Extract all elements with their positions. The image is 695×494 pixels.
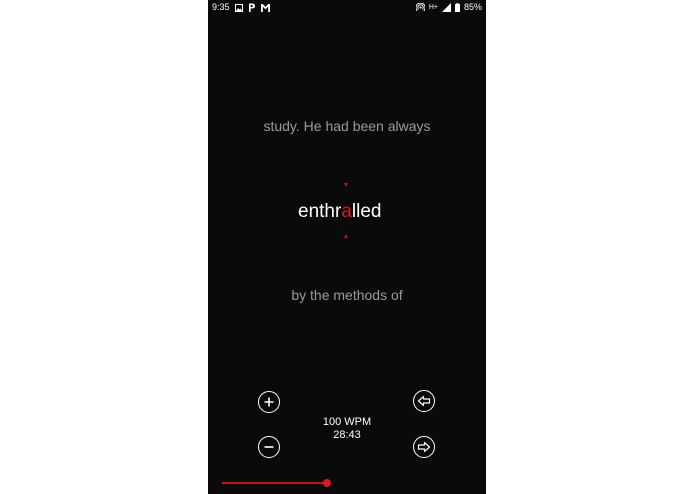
focus-marker-bottom-icon (344, 234, 348, 238)
previous-text: study. He had been always (263, 118, 431, 134)
p-app-icon (248, 0, 256, 15)
plus-circle-icon (264, 397, 274, 407)
status-bar-left: 9:35 (212, 0, 270, 15)
focus-word: enthralled (208, 200, 486, 224)
focus-marker-top-icon (344, 183, 348, 187)
arrow-right-circle-icon (417, 441, 431, 453)
focus-word-text: enthralled (298, 200, 381, 224)
clock: 9:35 (212, 2, 230, 12)
battery-icon (454, 0, 460, 15)
image-icon (234, 0, 243, 15)
minus-circle-icon (264, 446, 274, 448)
progress-thumb[interactable] (323, 479, 331, 487)
wpm-label: 100 WPM (322, 416, 372, 428)
signal-icon (441, 0, 451, 15)
time-remaining: 28:43 (333, 429, 361, 441)
rewind-button[interactable] (413, 390, 435, 412)
forward-button[interactable] (413, 436, 435, 458)
network-type: H+ (428, 4, 438, 11)
speed-readout: 100 WPM 28:43 (303, 416, 391, 442)
status-bar-right: H+ 85% (415, 0, 482, 15)
focus-word-before: enthr (298, 201, 342, 222)
arrow-left-circle-icon (417, 395, 431, 407)
decrease-speed-button[interactable] (258, 436, 280, 458)
hotspot-icon (415, 0, 425, 15)
gmail-icon (260, 0, 270, 15)
next-text: by the methods of (291, 287, 403, 303)
focus-word-pivot: a (341, 201, 352, 222)
battery-percent: 85% (463, 2, 482, 12)
focus-word-after: lled (351, 201, 382, 222)
status-bar: 9:35 H+ 85% (208, 0, 486, 15)
increase-speed-button[interactable] (258, 391, 280, 413)
progress-bar[interactable] (222, 482, 327, 484)
reader-screen: 9:35 H+ 85% study. He had been always en… (208, 0, 486, 494)
